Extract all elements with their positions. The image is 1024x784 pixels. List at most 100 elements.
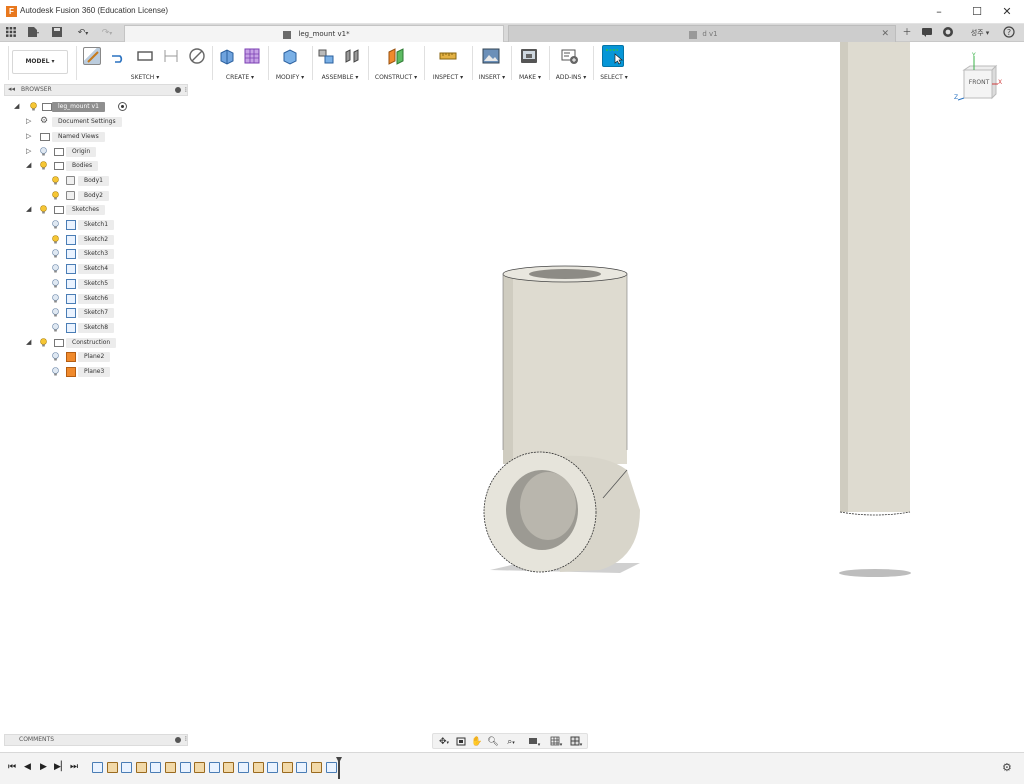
tree-root[interactable]: ◢ leg_mount v1 — [12, 100, 192, 113]
timeline-sketch-icon[interactable] — [267, 762, 279, 773]
data-panel-grid-icon[interactable] — [4, 26, 18, 40]
tree-item-plane3[interactable]: Plane3 — [50, 365, 180, 378]
tree-item-body2[interactable]: Body2 — [50, 189, 180, 202]
job-status-icon[interactable] — [920, 26, 934, 40]
comments-panel[interactable]: COMMENTS ⁞ — [4, 734, 188, 746]
tree-item-origin[interactable]: ▷ Origin — [24, 145, 184, 158]
play-icon[interactable]: ▶ — [40, 762, 47, 772]
viewcube[interactable]: FRONT Y Z X — [950, 52, 1010, 106]
tree-item-sketch[interactable]: Sketch4 — [50, 262, 180, 275]
visibility-bulb-off-icon[interactable] — [52, 220, 59, 229]
tree-item-sketches[interactable]: ◢ Sketches — [24, 203, 184, 216]
tree-item-plane2[interactable]: Plane2 — [50, 350, 180, 363]
visibility-bulb-off-icon[interactable] — [52, 293, 59, 303]
visibility-bulb-off-icon[interactable] — [52, 308, 59, 317]
timeline-extrude-icon[interactable] — [165, 762, 176, 773]
visibility-bulb-icon[interactable] — [40, 205, 47, 214]
file-menu-icon[interactable] — [26, 26, 40, 40]
expand-arrow-icon[interactable]: ▷ — [26, 130, 31, 143]
panel-pin-icon[interactable]: ⁞ — [185, 86, 187, 94]
visibility-bulb-off-icon[interactable] — [52, 278, 59, 288]
redo-icon[interactable]: ↷▾ — [96, 26, 118, 40]
visibility-bulb-off-icon[interactable] — [52, 249, 59, 258]
visibility-bulb-icon[interactable] — [52, 176, 59, 185]
panel-dot-icon[interactable] — [175, 737, 181, 743]
tree-item-sketch[interactable]: Sketch7 — [50, 306, 180, 319]
user-account-menu[interactable]: 성주 ▾ — [962, 26, 998, 40]
timeline-settings-gear-icon[interactable]: ⚙ — [1002, 761, 1012, 774]
timeline-extrude-icon[interactable] — [252, 762, 264, 773]
fit-zoom-icon[interactable]: ⌕▾ — [503, 736, 519, 748]
new-tab-icon[interactable]: ＋ — [900, 26, 914, 40]
timeline-sketch-icon[interactable] — [325, 762, 337, 773]
timeline-sketch-icon[interactable] — [238, 762, 249, 773]
timeline-sketch-icon[interactable] — [121, 762, 133, 773]
collapse-arrow-icon[interactable]: ◢ — [26, 159, 31, 172]
tree-item-construction[interactable]: ◢ Construction — [24, 336, 184, 349]
collapse-arrow-icon[interactable]: ◢ — [26, 203, 31, 216]
timeline-sketch-icon[interactable] — [208, 762, 220, 773]
activate-radio-icon[interactable] — [118, 102, 127, 111]
notification-icon[interactable] — [941, 26, 955, 40]
orbit-icon[interactable]: ✥▾ — [435, 736, 453, 748]
visibility-bulb-icon[interactable] — [52, 191, 59, 200]
viewports-icon[interactable]: ▾ — [567, 736, 585, 748]
tree-item-sketch[interactable]: Sketch2 — [50, 233, 180, 246]
tree-item-named-views[interactable]: ▷ Named Views — [24, 130, 184, 143]
visibility-bulb-icon[interactable] — [30, 102, 37, 111]
collapse-arrow-icon[interactable]: ◢ — [14, 100, 19, 113]
go-to-end-icon[interactable]: ⏭ — [70, 762, 78, 772]
visibility-bulb-off-icon[interactable] — [52, 323, 59, 332]
tree-item-document-settings[interactable]: ▷ ⚙ Document Settings — [24, 115, 184, 128]
close-tab-icon[interactable]: ✕ — [881, 26, 889, 43]
timeline-sketch-icon[interactable] — [296, 762, 308, 773]
tree-item-sketch[interactable]: Sketch5 — [50, 277, 180, 290]
tree-item-bodies[interactable]: ◢ Bodies — [24, 159, 184, 172]
tree-item-sketch[interactable]: Sketch1 — [50, 218, 180, 231]
collapse-arrow-icon[interactable]: ◢ — [26, 336, 31, 349]
display-settings-icon[interactable]: ▾ — [525, 736, 543, 748]
save-icon[interactable] — [50, 26, 64, 40]
tab-d[interactable]: d v1 ✕ — [508, 25, 896, 42]
viewcube-front-label[interactable]: FRONT — [966, 79, 992, 86]
go-to-start-icon[interactable]: ⏮ — [8, 762, 16, 772]
maximize-button[interactable]: ☐ — [960, 0, 994, 24]
help-icon[interactable]: ? — [1002, 26, 1016, 40]
visibility-bulb-icon[interactable] — [52, 234, 59, 244]
timeline-extrude-icon[interactable] — [194, 762, 206, 773]
minimize-button[interactable]: – — [922, 0, 956, 24]
visibility-bulb-icon[interactable] — [40, 338, 47, 347]
timeline-extrude-icon[interactable] — [311, 762, 322, 773]
look-at-icon[interactable] — [455, 736, 467, 748]
visibility-bulb-icon[interactable] — [40, 161, 47, 170]
timeline-sketch-icon[interactable] — [179, 762, 191, 773]
grid-settings-icon[interactable]: ▾ — [547, 736, 565, 748]
undo-icon[interactable]: ↶▾ — [72, 26, 94, 40]
timeline-extrude-icon[interactable] — [223, 762, 235, 773]
step-back-icon[interactable]: ◀ — [24, 762, 31, 772]
tree-item-sketch[interactable]: Sketch8 — [50, 321, 180, 334]
visibility-bulb-off-icon[interactable] — [40, 147, 47, 156]
body1-leg-mount[interactable] — [483, 265, 640, 573]
timeline-sketch-icon[interactable] — [92, 762, 103, 773]
close-window-button[interactable]: ✕ — [990, 0, 1024, 24]
panel-dot-icon[interactable] — [175, 87, 181, 93]
tree-item-sketch[interactable]: Sketch6 — [50, 292, 180, 305]
timeline-extrude-icon[interactable] — [106, 762, 118, 773]
visibility-bulb-off-icon[interactable] — [52, 264, 59, 273]
tab-leg-mount[interactable]: leg_mount v1* — [124, 25, 504, 42]
expand-arrow-icon[interactable]: ▷ — [26, 145, 31, 158]
body2-cylinder[interactable] — [840, 42, 910, 512]
timeline-extrude-icon[interactable] — [135, 762, 147, 773]
timeline-extrude-icon[interactable] — [281, 762, 293, 773]
tree-item-sketch[interactable]: Sketch3 — [50, 247, 180, 260]
panel-pin-icon[interactable]: ⁞ — [185, 735, 187, 743]
timeline-marker[interactable] — [336, 757, 342, 779]
step-forward-icon[interactable]: ▶▏ — [54, 762, 68, 772]
zoom-icon[interactable]: 🔍︎ — [487, 736, 499, 748]
pan-hand-icon[interactable]: ✋ — [471, 736, 483, 748]
visibility-bulb-off-icon[interactable] — [52, 367, 59, 376]
tree-item-body1[interactable]: Body1 — [50, 174, 180, 187]
expand-arrow-icon[interactable]: ▷ — [26, 115, 31, 128]
visibility-bulb-off-icon[interactable] — [52, 352, 59, 361]
